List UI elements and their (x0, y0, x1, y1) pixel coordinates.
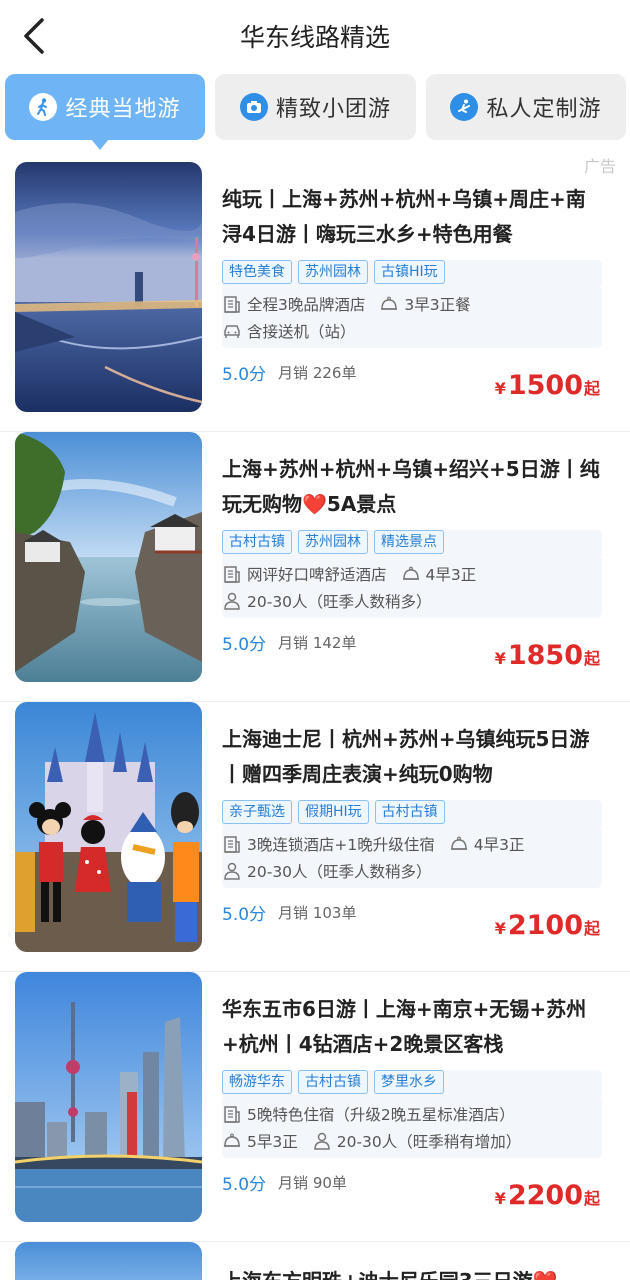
product-info: 上海+苏州+杭州+乌镇+绍兴+5日游丨纯玩无购物❤️5A景点 古村古镇 苏州园林… (222, 452, 602, 655)
tag: 古村古镇 (222, 530, 292, 554)
product-card[interactable]: 纯玩丨上海+苏州+杭州+乌镇+周庄+南浔4日游丨嗨玩三水乡+特色用餐 特色美食 … (0, 162, 630, 432)
price-amount: 2100 (507, 910, 583, 941)
product-image-water-town-canal[interactable] (15, 432, 202, 682)
meal-cloche-icon (381, 296, 398, 310)
product-image-shanghai-bund-night[interactable] (15, 162, 202, 412)
tag: 亲子甄选 (222, 800, 292, 824)
currency-symbol: ¥ (494, 379, 506, 398)
group-size-text: 20-30人（旺季人数稍多） (247, 862, 432, 881)
currency-symbol: ¥ (494, 919, 506, 938)
tab-classic-local-tour[interactable]: 经典当地游 (5, 74, 205, 150)
currency-symbol: ¥ (494, 649, 506, 668)
tag: 特色美食 (222, 260, 292, 284)
tab-label: 私人定制游 (486, 97, 602, 122)
price-suffix: 起 (583, 379, 600, 398)
product-image-partial[interactable] (15, 1242, 202, 1280)
tag-list: 古村古镇 苏州园林 精选景点 (222, 530, 602, 558)
price-suffix: 起 (583, 919, 600, 938)
monthly-sales: 月销 226单 (278, 364, 357, 382)
meal-text: 4早3正 (473, 835, 525, 854)
tag: 苏州园林 (298, 530, 368, 554)
product-card[interactable]: 上海迪士尼丨杭州+苏州+乌镇纯玩5日游丨赠四季周庄表演+纯玩0购物 亲子甄选 假… (0, 702, 630, 972)
product-title[interactable]: 上海+苏州+杭州+乌镇+绍兴+5日游丨纯玩无购物❤️5A景点 (222, 452, 602, 522)
score: 5.0分 (222, 1175, 267, 1195)
group-size-text: 20-30人（旺季稍有增加） (336, 1132, 522, 1151)
hotel-text: 3晚连锁酒店+1晚升级住宿 (247, 835, 435, 854)
person-icon (313, 1132, 330, 1150)
meal-cloche-icon (450, 836, 467, 850)
product-details: 网评好口啤舒适酒店 4早3正 20-30人（旺季人数稍多） (222, 558, 602, 618)
meal-cloche-icon (402, 566, 419, 580)
product-details: 3晚连锁酒店+1晚升级住宿 4早3正 20-30人（旺季人数稍多） (222, 828, 602, 888)
product-details: 全程3晚品牌酒店 3早3正餐 含接送机（站） (222, 288, 602, 348)
score: 5.0分 (222, 905, 267, 925)
score: 5.0分 (222, 635, 267, 655)
camera-icon (239, 93, 268, 121)
meal-cloche-icon (224, 1133, 240, 1147)
product-info: 华东五市6日游丨上海+南京+无锡+苏州+杭州丨4钻酒店+2晚景区客栈 畅游华东 … (222, 992, 602, 1195)
meal-text: 3早3正餐 (404, 295, 471, 314)
car-icon (224, 324, 240, 338)
price-suffix: 起 (583, 1189, 600, 1208)
hotel-icon (224, 1105, 240, 1123)
price: ¥ 2100 起 (495, 910, 600, 941)
price-amount: 1500 (507, 370, 583, 401)
price-amount: 1850 (507, 640, 583, 671)
hotel-icon (224, 295, 240, 313)
tag-list: 畅游华东 古村古镇 梦里水乡 (222, 1070, 602, 1098)
price: ¥ 2200 起 (495, 1180, 600, 1211)
top-nav-bar: 华东线路精选 (0, 0, 630, 72)
tab-label: 精致小团游 (275, 97, 391, 122)
monthly-sales: 月销 103单 (278, 904, 357, 922)
person-icon (224, 862, 240, 880)
product-title[interactable]: 上海迪士尼丨杭州+苏州+乌镇纯玩5日游丨赠四季周庄表演+纯玩0购物 (222, 722, 602, 792)
tag-list: 亲子甄选 假期HI玩 古村古镇 (222, 800, 602, 828)
product-title[interactable]: 上海东方明珠+迪士尼乐园3三日游❤️ (222, 1266, 558, 1280)
hotel-text: 全程3晚品牌酒店 (247, 295, 366, 314)
score: 5.0分 (222, 365, 267, 385)
product-card-partial[interactable]: 上海东方明珠+迪士尼乐园3三日游❤️ (0, 1242, 630, 1280)
walking-person-icon (29, 93, 58, 121)
transfer-text: 含接送机（站） (247, 322, 356, 341)
group-size-text: 20-30人（旺季人数稍多） (247, 592, 432, 611)
product-title[interactable]: 纯玩丨上海+苏州+杭州+乌镇+周庄+南浔4日游丨嗨玩三水乡+特色用餐 (222, 182, 602, 252)
product-image-disney-castle[interactable] (15, 702, 202, 952)
currency-symbol: ¥ (494, 1189, 506, 1208)
monthly-sales: 月销 142单 (278, 634, 357, 652)
tag: 苏州园林 (298, 260, 368, 284)
price: ¥ 1850 起 (495, 640, 600, 671)
hotel-icon (224, 835, 240, 853)
tag: 精选景点 (374, 530, 444, 554)
product-title[interactable]: 华东五市6日游丨上海+南京+无锡+苏州+杭州丨4钻酒店+2晚景区客栈 (222, 992, 602, 1062)
hotel-text: 网评好口啤舒适酒店 (247, 565, 387, 584)
tag: 古村古镇 (298, 1070, 368, 1094)
skier-icon (450, 93, 479, 121)
product-card[interactable]: 上海+苏州+杭州+乌镇+绍兴+5日游丨纯玩无购物❤️5A景点 古村古镇 苏州园林… (0, 432, 630, 702)
tag-list: 特色美食 苏州园林 古镇HI玩 (222, 260, 602, 288)
tag: 畅游华东 (222, 1070, 292, 1094)
product-info: 上海迪士尼丨杭州+苏州+乌镇纯玩5日游丨赠四季周庄表演+纯玩0购物 亲子甄选 假… (222, 722, 602, 925)
tag: 梦里水乡 (374, 1070, 444, 1094)
price: ¥ 1500 起 (495, 370, 600, 401)
hotel-icon (224, 565, 240, 583)
price-suffix: 起 (583, 649, 600, 668)
tab-boutique-small-group[interactable]: 精致小团游 (215, 74, 416, 140)
product-card[interactable]: 华东五市6日游丨上海+南京+无锡+苏州+杭州丨4钻酒店+2晚景区客栈 畅游华东 … (0, 972, 630, 1242)
monthly-sales: 月销 90单 (278, 1174, 347, 1192)
tab-private-custom-tour[interactable]: 私人定制游 (426, 74, 626, 140)
person-icon (224, 592, 240, 610)
product-image-shanghai-skyline[interactable] (15, 972, 202, 1222)
meal-text: 5早3正 (247, 1132, 298, 1151)
price-amount: 2200 (507, 1180, 583, 1211)
tag: 假期HI玩 (298, 800, 369, 824)
tab-label: 经典当地游 (65, 97, 181, 122)
page-title: 华东线路精选 (239, 23, 390, 52)
category-tabs: 经典当地游 精致小团游 私人定制游 (0, 74, 630, 154)
meal-text: 4早3正 (425, 565, 477, 584)
product-info: 纯玩丨上海+苏州+杭州+乌镇+周庄+南浔4日游丨嗨玩三水乡+特色用餐 特色美食 … (222, 182, 602, 385)
tag: 古镇HI玩 (374, 260, 445, 284)
product-details: 5晚特色住宿（升级2晚五星标准酒店） 5早3正 20-30人（旺季稍有增加） (222, 1098, 602, 1158)
hotel-text: 5晚特色住宿（升级2晚五星标准酒店） (247, 1105, 515, 1124)
tag: 古村古镇 (374, 800, 445, 824)
